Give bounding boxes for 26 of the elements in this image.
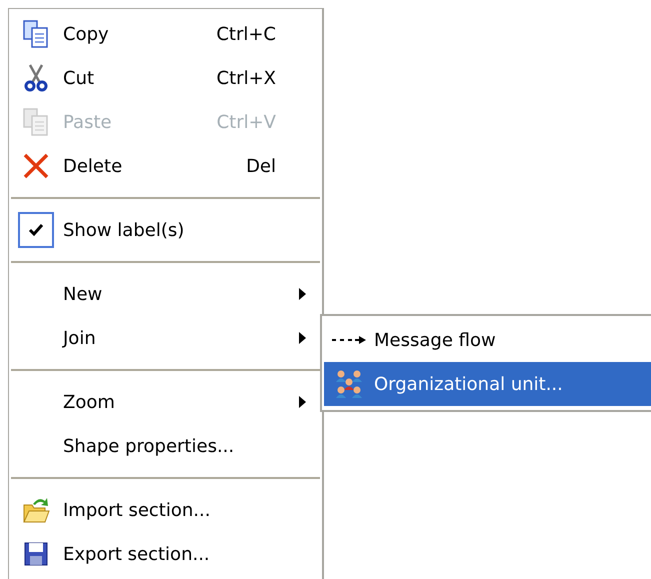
menu-item[interactable]: Organizational unit... (324, 362, 651, 406)
menu-item[interactable]: Import section... (63, 500, 210, 520)
shortcut-text: Ctrl+V (216, 112, 276, 132)
people-icon (333, 369, 365, 399)
menu-item[interactable]: Export section... (63, 544, 210, 564)
cross-icon (21, 151, 51, 181)
menu-item[interactable]: Zoom (63, 392, 115, 412)
dashed-arrow-icon (332, 335, 366, 345)
submenu-arrow-icon (299, 396, 306, 408)
checkmark-icon (28, 222, 44, 238)
shortcut-text: Ctrl+X (216, 68, 276, 88)
copy-icon (21, 19, 51, 49)
menu-item[interactable]: Cut (63, 68, 94, 88)
menu-item[interactable]: Shape properties... (63, 436, 234, 456)
menu-item[interactable]: Message flow (324, 318, 651, 362)
menu-item[interactable]: Copy (63, 24, 109, 44)
paste-icon (21, 107, 51, 137)
menu-item[interactable]: Delete (63, 156, 122, 176)
menu-item[interactable]: New (63, 284, 102, 304)
submenu-arrow-icon (299, 332, 306, 344)
menu-item[interactable]: Show label(s) (63, 220, 184, 240)
shortcut-text: Del (246, 156, 276, 176)
submenu-arrow-icon (299, 288, 306, 300)
checkbox[interactable] (18, 212, 54, 248)
menu-item[interactable]: Join (63, 328, 96, 348)
shortcut-text: Ctrl+C (216, 24, 276, 44)
